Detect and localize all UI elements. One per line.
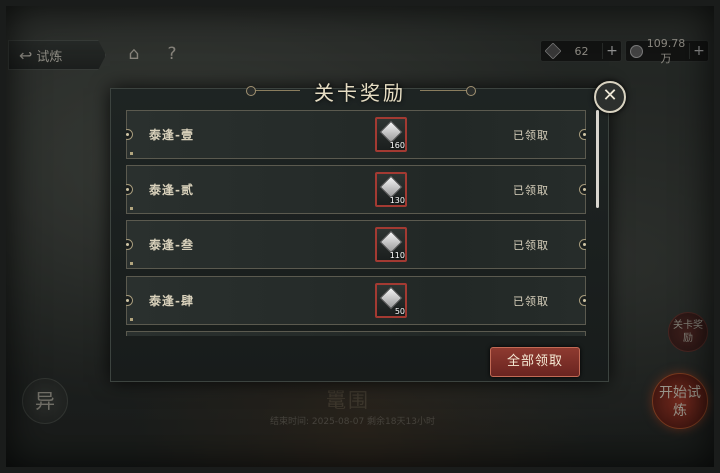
row-knob-left — [126, 295, 133, 306]
reward-row — [126, 331, 586, 336]
row-knob-left — [126, 239, 133, 250]
claimed-status: 已领取 — [513, 184, 549, 197]
reward-list[interactable]: 泰逢-壹 160 已领取 泰逢-贰 130 已领取 泰逢-叁 110 已领取 泰… — [126, 108, 586, 336]
reward-item[interactable]: 50 — [375, 283, 407, 318]
row-knob-right — [579, 239, 586, 250]
reward-item[interactable]: 110 — [375, 227, 407, 262]
row-knob-right — [579, 295, 586, 306]
reward-item[interactable]: 130 — [375, 172, 407, 207]
row-corner-mark — [130, 207, 133, 210]
list-scrollbar[interactable] — [596, 110, 599, 208]
close-button[interactable]: ✕ — [594, 81, 626, 113]
row-corner-mark — [130, 152, 133, 155]
crystal-icon — [379, 230, 403, 254]
modal-header: 关卡奖励 — [210, 74, 510, 108]
title-ornament-left — [246, 86, 256, 96]
item-quantity: 110 — [389, 251, 405, 260]
item-quantity: 160 — [389, 141, 405, 150]
stage-name-label: 泰逢-肆 — [149, 294, 194, 308]
stage-name-label: 泰逢-贰 — [149, 183, 194, 197]
modal-title: 关卡奖励 — [314, 81, 406, 105]
row-knob-left — [126, 129, 133, 140]
title-divider-right — [420, 90, 470, 91]
item-quantity: 50 — [394, 307, 405, 316]
reward-row: 泰逢-壹 160 已领取 — [126, 110, 586, 159]
row-corner-mark — [130, 318, 133, 321]
crystal-icon — [379, 286, 403, 310]
reward-row: 泰逢-贰 130 已领取 — [126, 165, 586, 214]
row-corner-mark — [130, 262, 133, 265]
title-divider-left — [250, 90, 300, 91]
stage-name-label: 泰逢-壹 — [149, 128, 194, 142]
reward-item[interactable]: 160 — [375, 117, 407, 152]
claimed-status: 已领取 — [513, 129, 549, 142]
row-knob-right — [579, 184, 586, 195]
stage-name-label: 泰逢-叁 — [149, 238, 194, 252]
reward-row: 泰逢-叁 110 已领取 — [126, 220, 586, 269]
row-knob-right — [579, 129, 586, 140]
claim-all-button[interactable]: 全部领取 — [490, 347, 580, 377]
title-ornament-right — [466, 86, 476, 96]
reward-row: 泰逢-肆 50 已领取 — [126, 276, 586, 325]
claimed-status: 已领取 — [513, 295, 549, 308]
row-knob-left — [126, 184, 133, 195]
claimed-status: 已领取 — [513, 239, 549, 252]
crystal-icon — [379, 175, 403, 199]
item-quantity: 130 — [389, 196, 405, 205]
crystal-icon — [379, 120, 403, 144]
